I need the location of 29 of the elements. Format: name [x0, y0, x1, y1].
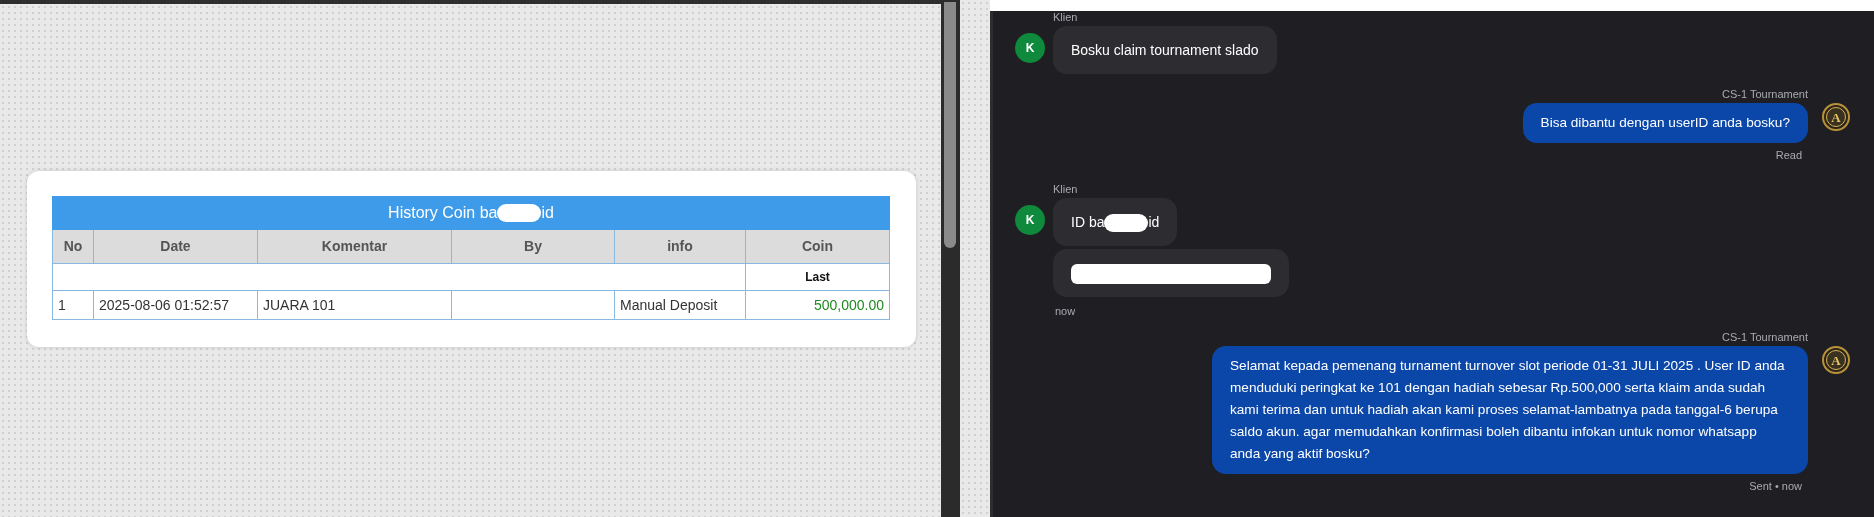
table-cell: JUARA 101 — [258, 291, 452, 320]
sender-name: Klien — [1053, 11, 1079, 23]
avatar: K — [1015, 33, 1045, 63]
scrollbar-thumb[interactable] — [944, 2, 956, 248]
column-header: Komentar — [258, 230, 452, 264]
table-cell: 2025-08-06 01:52:57 — [94, 291, 258, 320]
avatar: A — [1822, 346, 1850, 375]
sender-name: Klien — [1053, 183, 1079, 195]
message-bubble: Bisa dibantu dengan userID anda bosku? — [1522, 103, 1808, 143]
sender-name: CS-1 Tournament — [1722, 88, 1808, 100]
table-cell: 1 — [53, 291, 94, 320]
message-status: Sent • now — [1749, 480, 1802, 493]
message-bubble: Selamat kepada pemenang turnament turnover slot periode 01-31 JULI 2025 . User ID anda menduduki peringkat ke 101 dengan hadiah sebesar Rp.500,000 serta klaim anda sudah kami terima dan untuk hadiah akan kami proses selamat-lambatnya pada tanggal-6 berupa saldo akun. agar memudahkan konfirmasi boleh dibantu infokan untuk nomor whatsapp anda yang aktif bosku? — [1212, 346, 1808, 475]
avatar: K — [1015, 205, 1045, 235]
column-header: Date — [94, 230, 258, 264]
message-status: now — [1055, 305, 1077, 318]
table-cell: Last — [746, 264, 890, 291]
message-status: Read — [1775, 149, 1802, 161]
column-header: info — [615, 230, 746, 264]
table-cell: 500,000.00 — [746, 291, 890, 320]
column-header: By — [452, 230, 615, 264]
table-cell: Manual Deposit — [615, 291, 746, 320]
column-header: Coin — [746, 230, 890, 264]
message-bubble: ID ba id — [1053, 198, 1178, 246]
avatar: A — [1822, 103, 1850, 131]
message-bubble: Bosku claim tournament slado — [1053, 26, 1277, 74]
table-title: History Coin ba id — [52, 196, 890, 230]
column-header: No — [53, 230, 94, 264]
sender-name: CS-1 Tournament — [1722, 331, 1808, 344]
